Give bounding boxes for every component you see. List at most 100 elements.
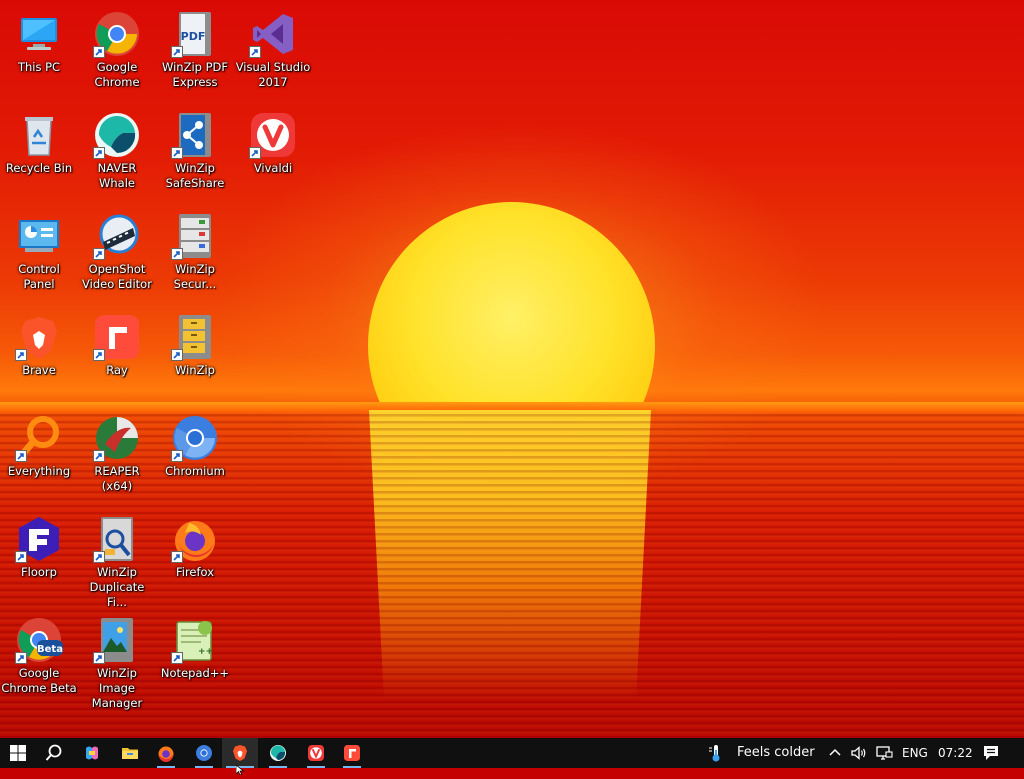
shortcut-arrow-icon bbox=[93, 147, 105, 159]
taskbar-copilot[interactable] bbox=[74, 738, 110, 768]
clock[interactable]: 07:22 bbox=[938, 738, 973, 768]
mouse-cursor bbox=[235, 760, 246, 776]
svg-text:Beta: Beta bbox=[37, 644, 63, 655]
shortcut-arrow-icon bbox=[249, 147, 261, 159]
desktop-icon-recycle-bin[interactable]: Recycle Bin bbox=[0, 105, 78, 201]
desktop-icon-winzip[interactable]: WinZip bbox=[156, 307, 234, 403]
desktop-icon-google-chrome[interactable]: Google Chrome bbox=[78, 4, 156, 100]
winzip-secure-icon bbox=[171, 212, 219, 260]
desktop-icon-everything[interactable]: Everything bbox=[0, 408, 78, 504]
speaker-icon bbox=[850, 744, 868, 762]
naver-whale-icon bbox=[93, 111, 141, 159]
reaper-icon bbox=[93, 414, 141, 462]
chevron-up-icon bbox=[826, 744, 844, 762]
desktop-icon-winzip-image[interactable]: WinZip Image Manager bbox=[78, 610, 156, 710]
notepad-plus-plus-icon: ++ bbox=[171, 616, 219, 664]
show-hidden-icons-button[interactable] bbox=[826, 744, 844, 762]
floorp-icon bbox=[15, 515, 63, 563]
shortcut-arrow-icon bbox=[171, 46, 183, 58]
vivaldi-icon bbox=[249, 111, 297, 159]
desktop-icon-winzip-secure[interactable]: WinZip Secur... bbox=[156, 206, 234, 302]
volume-button[interactable] bbox=[850, 744, 868, 762]
desktop-icon-winzip-safeshare[interactable]: WinZip SafeShare bbox=[156, 105, 234, 201]
taskbar-chromium[interactable] bbox=[186, 738, 222, 768]
shortcut-arrow-icon bbox=[15, 450, 27, 462]
shortcut-arrow-icon bbox=[15, 349, 27, 361]
shortcut-arrow-icon bbox=[171, 349, 183, 361]
everything-icon bbox=[15, 414, 63, 462]
shortcut-arrow-icon bbox=[93, 652, 105, 664]
svg-text:PDF: PDF bbox=[181, 30, 206, 43]
this-pc-icon bbox=[15, 10, 63, 58]
winzip-icon bbox=[171, 313, 219, 361]
shortcut-arrow-icon bbox=[171, 551, 183, 563]
winzip-safeshare-icon bbox=[171, 111, 219, 159]
vivaldi-icon bbox=[307, 744, 325, 762]
desktop-icon-reaper[interactable]: REAPER (x64) bbox=[78, 408, 156, 504]
shortcut-arrow-icon bbox=[15, 652, 27, 664]
taskbar-file-explorer[interactable] bbox=[112, 738, 148, 768]
desktop-icon-ray[interactable]: Ray bbox=[78, 307, 156, 403]
recycle-bin-icon bbox=[15, 111, 63, 159]
shortcut-arrow-icon bbox=[171, 450, 183, 462]
network-button[interactable] bbox=[875, 744, 893, 762]
search-icon bbox=[45, 744, 63, 762]
desktop-icon-firefox[interactable]: Firefox bbox=[156, 509, 234, 605]
ray-icon bbox=[93, 313, 141, 361]
desktop-icon-chrome-beta[interactable]: Beta Google Chrome Beta bbox=[0, 610, 78, 706]
weather-text[interactable]: Feels colder bbox=[737, 738, 815, 768]
file-explorer-icon bbox=[121, 744, 139, 762]
taskbar-vivaldi[interactable] bbox=[298, 738, 334, 768]
taskbar-naver-whale[interactable] bbox=[260, 738, 296, 768]
control-panel-icon bbox=[15, 212, 63, 260]
network-icon bbox=[875, 744, 893, 762]
shortcut-arrow-icon bbox=[93, 46, 105, 58]
notification-icon bbox=[982, 744, 1000, 762]
windows-start-icon bbox=[9, 744, 27, 762]
winzip-duplicate-icon bbox=[93, 515, 141, 563]
shortcut-arrow-icon bbox=[93, 551, 105, 563]
weather-widget-icon[interactable] bbox=[707, 744, 725, 762]
action-center-button[interactable] bbox=[982, 744, 1000, 762]
naver-whale-icon bbox=[269, 744, 287, 762]
desktop-icon-vivaldi[interactable]: Vivaldi bbox=[234, 105, 312, 201]
desktop-icon-notepad-plus-plus[interactable]: ++ Notepad++ bbox=[156, 610, 234, 706]
desktop-icon-naver-whale[interactable]: NAVER Whale bbox=[78, 105, 156, 201]
shortcut-arrow-icon bbox=[93, 248, 105, 260]
chromium-icon bbox=[195, 744, 213, 762]
winzip-pdf-icon: PDF bbox=[171, 10, 219, 58]
desktop-icon-this-pc[interactable]: This PC bbox=[0, 4, 78, 100]
search-button[interactable] bbox=[36, 738, 72, 768]
shortcut-arrow-icon bbox=[171, 248, 183, 260]
taskbar-firefox[interactable] bbox=[148, 738, 184, 768]
desktop-icon-visual-studio[interactable]: Visual Studio 2017 bbox=[234, 4, 312, 100]
desktop-icon-openshot[interactable]: OpenShot Video Editor bbox=[78, 206, 156, 302]
winzip-image-icon bbox=[93, 616, 141, 664]
input-language[interactable]: ENG bbox=[902, 738, 928, 768]
start-button[interactable] bbox=[0, 738, 36, 768]
shortcut-arrow-icon bbox=[15, 551, 27, 563]
chrome-icon bbox=[93, 10, 141, 58]
openshot-icon bbox=[93, 212, 141, 260]
svg-text:++: ++ bbox=[198, 647, 213, 657]
desktop-icon-winzip-duplicate[interactable]: WinZip Duplicate Fi... bbox=[78, 509, 156, 609]
firefox-icon bbox=[171, 515, 219, 563]
taskbar-ray[interactable] bbox=[334, 738, 370, 768]
brave-icon bbox=[15, 313, 63, 361]
shortcut-arrow-icon bbox=[249, 46, 261, 58]
desktop-icon-chromium[interactable]: Chromium bbox=[156, 408, 234, 504]
chromium-icon bbox=[171, 414, 219, 462]
shortcut-arrow-icon bbox=[171, 147, 183, 159]
thermometer-icon bbox=[707, 744, 725, 762]
shortcut-arrow-icon bbox=[93, 349, 105, 361]
desktop-icon-control-panel[interactable]: Control Panel bbox=[0, 206, 78, 302]
ray-icon bbox=[343, 744, 361, 762]
shortcut-arrow-icon bbox=[93, 450, 105, 462]
desktop-icon-floorp[interactable]: Floorp bbox=[0, 509, 78, 605]
copilot-icon bbox=[83, 744, 101, 762]
taskbar: Feels colder ENG 07:22 bbox=[0, 738, 1024, 768]
desktop-icon-brave[interactable]: Brave bbox=[0, 307, 78, 403]
desktop-icon-winzip-pdf[interactable]: PDF WinZip PDF Express bbox=[156, 4, 234, 100]
shortcut-arrow-icon bbox=[171, 652, 183, 664]
visual-studio-icon bbox=[249, 10, 297, 58]
